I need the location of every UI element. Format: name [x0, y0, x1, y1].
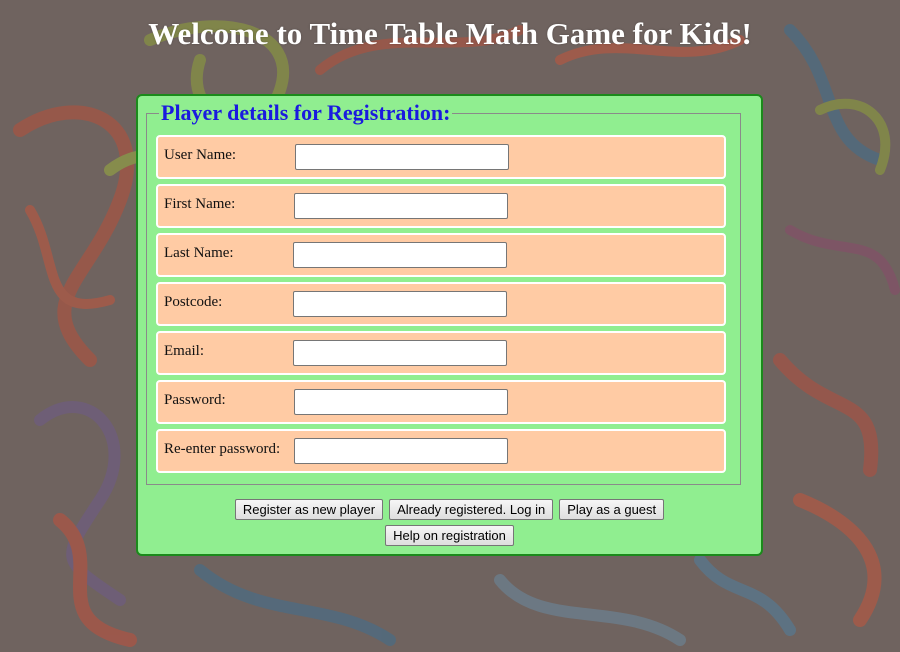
button-bar: Register as new player Already registere…: [138, 499, 761, 551]
first-name-input[interactable]: [294, 193, 508, 219]
last-name-row: Last Name:: [156, 233, 726, 277]
password-row: Password:: [156, 380, 726, 424]
postcode-label: Postcode:: [164, 294, 223, 310]
user-name-input[interactable]: [295, 144, 509, 170]
user-name-label: User Name:: [164, 147, 237, 163]
registration-fields: User Name: First Name: Last Name: Postco…: [156, 135, 726, 478]
postcode-input[interactable]: [293, 291, 507, 317]
page-title: Welcome to Time Table Math Game for Kids…: [148, 16, 752, 51]
help-button[interactable]: Help on registration: [385, 525, 514, 546]
first-name-label: First Name:: [164, 196, 236, 212]
postcode-row: Postcode:: [156, 282, 726, 326]
last-name-input[interactable]: [293, 242, 507, 268]
email-input[interactable]: [293, 340, 507, 366]
registration-panel: Player details for Registration: User Na…: [136, 94, 763, 556]
guest-button[interactable]: Play as a guest: [559, 499, 665, 520]
register-button[interactable]: Register as new player: [234, 499, 384, 520]
reenter-password-label: Re-enter password:: [164, 441, 281, 457]
login-button[interactable]: Already registered. Log in: [389, 499, 554, 520]
reenter-password-row: Re-enter password:: [156, 429, 726, 473]
reenter-password-input[interactable]: [294, 438, 508, 464]
user-name-row: User Name:: [156, 135, 726, 179]
first-name-row: First Name:: [156, 184, 726, 228]
password-label: Password:: [164, 392, 226, 408]
email-row: Email:: [156, 331, 726, 375]
registration-legend: Player details for Registration:: [161, 100, 451, 125]
password-input[interactable]: [294, 389, 508, 415]
email-label: Email:: [164, 343, 204, 359]
last-name-label: Last Name:: [164, 245, 234, 261]
